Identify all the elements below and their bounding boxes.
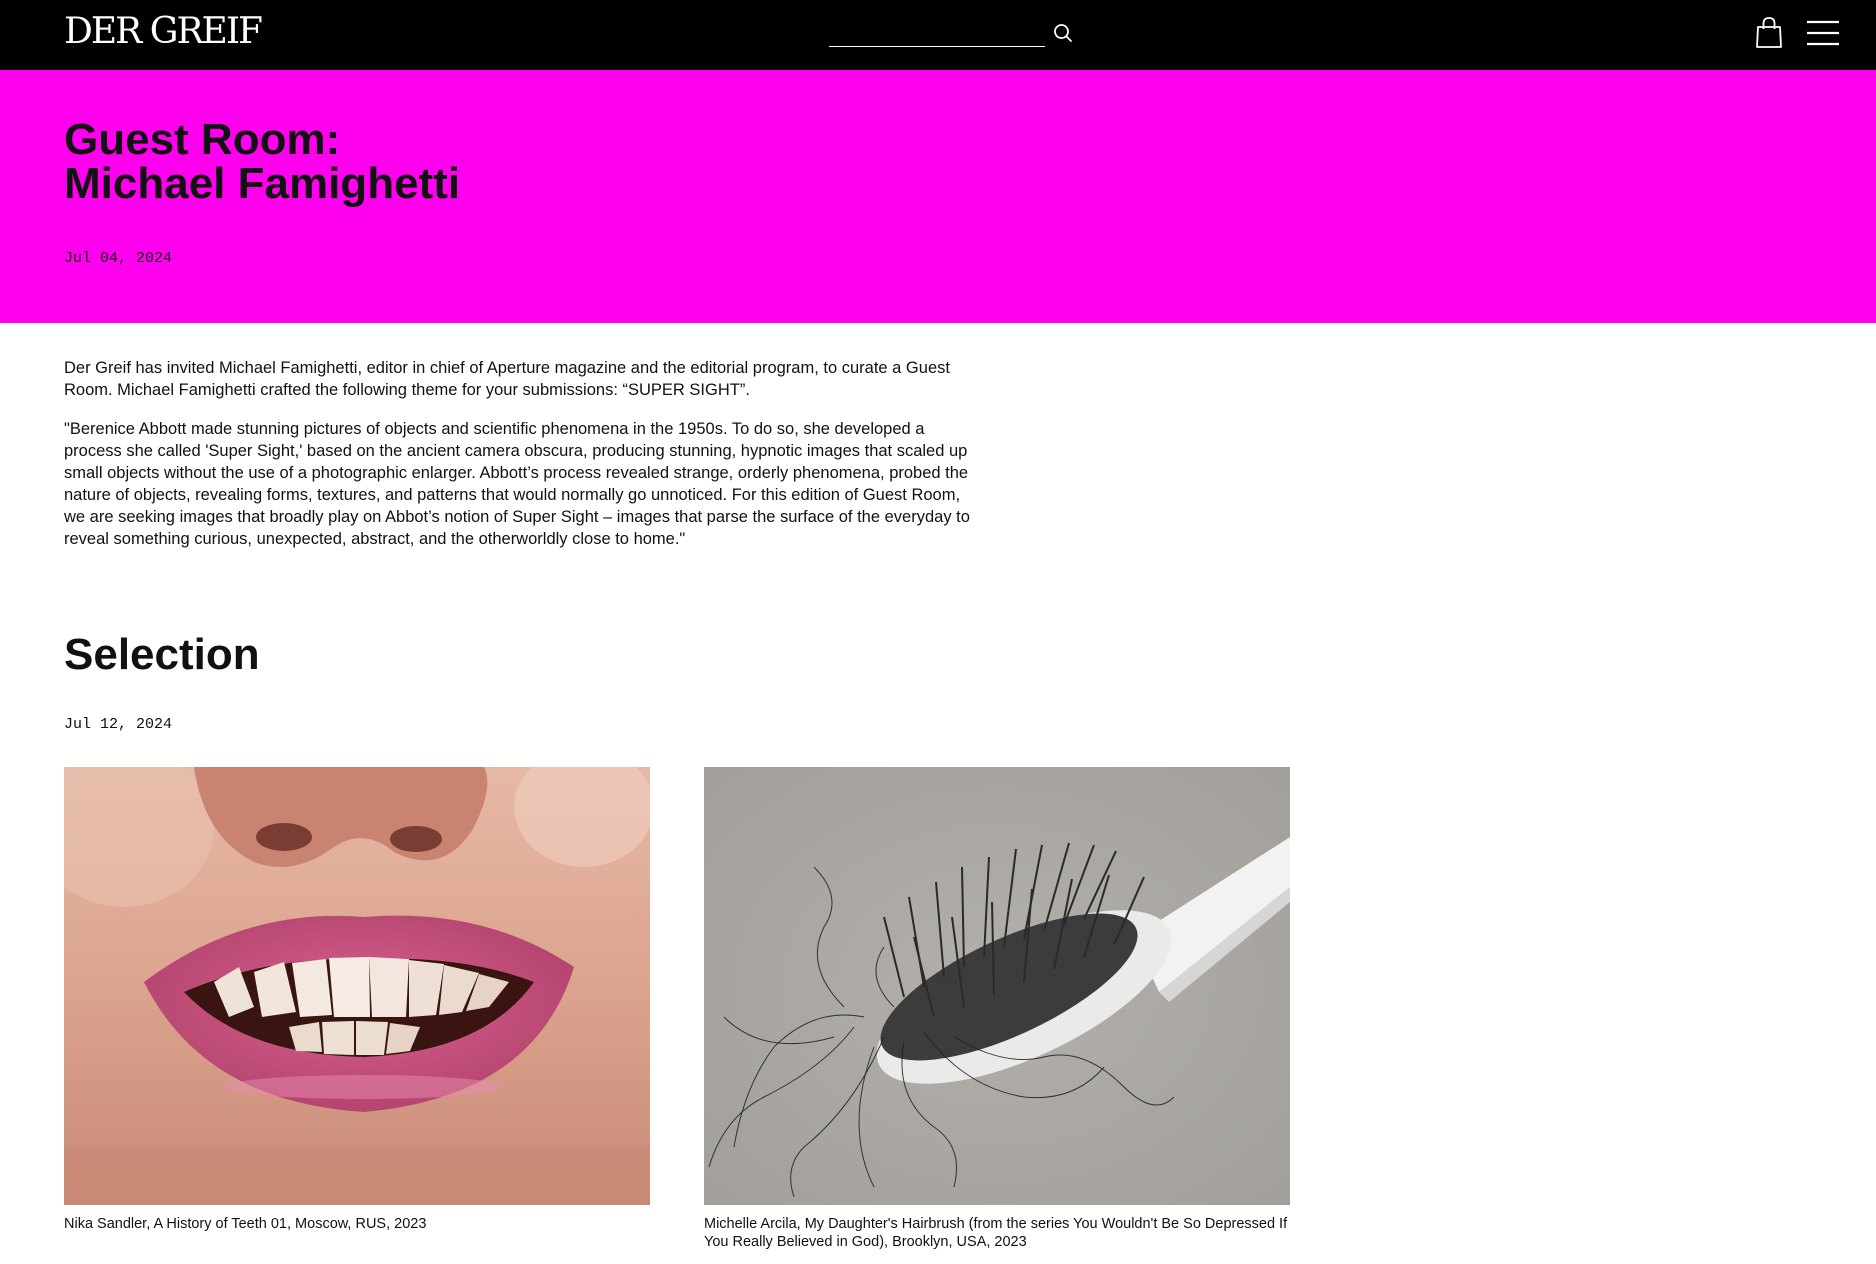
page-title-line1: Guest Room: — [64, 115, 341, 164]
page-title-line2: Michael Famighetti — [64, 159, 461, 208]
hairbrush-photo-illustration — [704, 767, 1290, 1205]
close-up-smiling-mouth-photo[interactable] — [64, 767, 650, 1205]
search-icon — [1054, 24, 1072, 42]
photo-caption: Nika Sandler, A History of Teeth 01, Mos… — [64, 1216, 427, 1232]
intro-paragraph: Der Greif has invited Michael Famighetti… — [64, 359, 950, 399]
intro-quote-paragraph: "Berenice Abbott made stunning pictures … — [64, 420, 970, 548]
search-bar — [829, 16, 1075, 48]
article-intro: Der Greif has invited Michael Famighetti… — [64, 357, 974, 567]
publish-date: Jul 04, 2024 — [64, 250, 173, 267]
shopping-bag-icon — [1756, 17, 1782, 48]
page-title: Guest Room: Michael Famighetti — [64, 118, 864, 206]
hamburger-menu-icon — [1807, 20, 1839, 46]
selection-card: Michelle Arcila, My Daughter's Hairbrush… — [704, 767, 1290, 1251]
site-logo[interactable]: DER GREIF — [64, 10, 263, 54]
mouth-photo-illustration — [64, 767, 650, 1205]
hairbrush-with-hair-photo[interactable] — [704, 767, 1290, 1205]
search-input[interactable] — [829, 20, 1045, 47]
cart-button[interactable] — [1755, 16, 1783, 50]
article-header: Guest Room: Michael Famighetti Jul 04, 2… — [0, 70, 1876, 323]
search-button[interactable] — [1051, 20, 1075, 46]
selection-card: Nika Sandler, A History of Teeth 01, Mos… — [64, 767, 650, 1233]
photo-caption: Michelle Arcila, My Daughter's Hairbrush… — [704, 1216, 1288, 1250]
selection-date: Jul 12, 2024 — [64, 716, 173, 733]
selection-heading: Selection — [64, 630, 260, 679]
top-nav-bar: DER GREIF — [0, 0, 1876, 70]
menu-button[interactable] — [1805, 18, 1841, 50]
